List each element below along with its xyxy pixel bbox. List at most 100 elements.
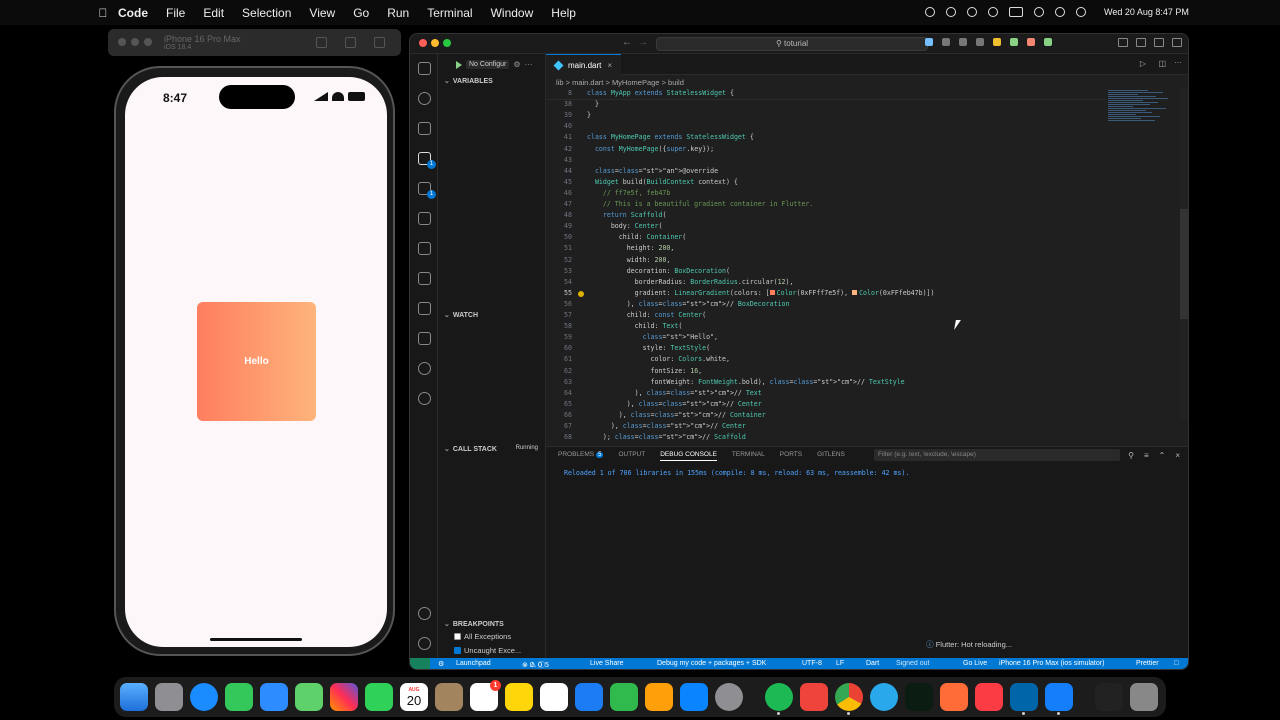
search-icon[interactable] (418, 92, 431, 105)
status-device[interactable]: iPhone 16 Pro Max (ios simulator) (999, 660, 1104, 667)
live-share-icon[interactable] (418, 332, 431, 345)
simulator-window-controls[interactable] (118, 38, 152, 46)
trash-icon[interactable] (1130, 683, 1158, 711)
play-icon[interactable] (988, 7, 998, 17)
music-icon[interactable] (975, 683, 1003, 711)
code-line[interactable]: 59 class="st">"Hello", (546, 333, 1106, 344)
tab-terminal[interactable]: TERMINAL (732, 451, 765, 461)
hot-reload-icon[interactable] (993, 38, 1001, 46)
breakpoints-section[interactable]: ⌄ BREAKPOINTS (438, 620, 546, 628)
manage-gear-icon[interactable] (418, 637, 431, 650)
safari-icon[interactable] (190, 683, 218, 711)
pages-icon[interactable] (645, 683, 673, 711)
account-icon[interactable] (418, 607, 431, 620)
menu-selection[interactable]: Selection (242, 6, 291, 20)
console-filter-input[interactable]: Filter (e.g. text, !exclude, \escape) (874, 449, 1120, 461)
menu-file[interactable]: File (166, 6, 185, 20)
vscode-icon[interactable] (1010, 683, 1038, 715)
close-panel-icon[interactable]: × (1175, 451, 1180, 460)
remote-indicator[interactable] (410, 658, 430, 669)
gitlens-icon[interactable] (418, 362, 431, 375)
status-problems[interactable]: ⊗ 0 ⚠ 0 ⓘ 5 (522, 660, 549, 669)
code-line[interactable]: 38 } (546, 100, 1106, 111)
toggle-sidebar-icon[interactable] (1118, 38, 1128, 47)
app-store-icon[interactable] (680, 683, 708, 711)
debug-icon[interactable]: ⚙ (438, 660, 444, 668)
numbers-icon[interactable] (610, 683, 638, 711)
status-live-share[interactable]: Live Share (590, 660, 623, 667)
code-line[interactable]: 61 color: Colors.white, (546, 355, 1106, 366)
close-window-button[interactable] (419, 39, 427, 47)
code-line[interactable]: 53 decoration: BoxDecoration( (546, 267, 1106, 278)
toggle-panel-icon[interactable] (1136, 38, 1146, 47)
menu-go[interactable]: Go (353, 6, 369, 20)
reminders-icon[interactable]: 1 (470, 680, 501, 711)
run-file-icon[interactable]: ▷ (1140, 59, 1146, 68)
maximize-panel-icon[interactable]: ⌃ (1159, 451, 1166, 460)
code-line[interactable]: 55 gradient: LinearGradient(colors: [Col… (546, 289, 1106, 300)
status-prettier[interactable]: Prettier (1136, 660, 1159, 667)
breadcrumb[interactable]: lib > main.dart > MyHomePage > build (556, 78, 684, 87)
code-line[interactable]: 44 class=class="st">"an">@override (546, 167, 1106, 178)
photos-icon[interactable] (330, 683, 358, 711)
breadcrumb-file[interactable]: main.dart (572, 78, 603, 87)
tab-main-dart[interactable]: main.dart × (546, 54, 622, 75)
clear-console-icon[interactable]: ≡ (1144, 451, 1149, 460)
code-line[interactable]: 47 // This is a beautiful gradient conta… (546, 200, 1106, 211)
close-tab-icon[interactable]: × (607, 61, 612, 70)
start-debugging-icon[interactable] (456, 60, 462, 69)
status-language[interactable]: Dart (866, 660, 879, 667)
breadcrumb-lib[interactable]: lib (556, 78, 564, 87)
more-icon[interactable]: ··· (525, 60, 533, 69)
code-line[interactable]: 67 ), class=class="st">"cm">// Center (546, 422, 1106, 433)
menu-terminal[interactable]: Terminal (427, 6, 472, 20)
timeline-icon[interactable] (418, 392, 431, 405)
menu-app-name[interactable]: Code (118, 6, 148, 20)
step-into-icon[interactable] (959, 38, 967, 46)
battery-icon[interactable] (1009, 7, 1023, 17)
spotlight-icon[interactable] (1055, 7, 1065, 17)
downloads-icon[interactable] (1095, 683, 1123, 711)
code-line[interactable]: 68 ); class=class="st">"cm">// Scaffold (546, 433, 1106, 444)
code-line[interactable]: 43 (546, 156, 1106, 167)
record-icon[interactable] (925, 7, 935, 17)
flutter-inspector-icon[interactable] (1044, 38, 1052, 46)
code-line[interactable]: 64 ), class=class="st">"cm">// Text (546, 389, 1106, 400)
notes-icon[interactable] (505, 683, 533, 711)
screenshot-icon[interactable] (345, 37, 356, 48)
finder-icon[interactable] (120, 683, 148, 711)
forward-arrow-icon[interactable]: → (638, 37, 648, 48)
color-swatch-icon[interactable] (769, 290, 775, 296)
flutter-icon[interactable] (418, 272, 431, 285)
code-line[interactable]: 50 child: Container( (546, 233, 1106, 244)
back-arrow-icon[interactable]: ← (622, 37, 632, 48)
checkbox[interactable] (454, 647, 461, 654)
code-line[interactable]: 41 class MyHomePage extends StatelessWidg… (546, 133, 1106, 144)
watch-section[interactable]: ⌄ WATCH (438, 311, 546, 319)
code-line[interactable]: 62 fontSize: 16, (546, 367, 1106, 378)
postman-icon[interactable] (940, 683, 968, 711)
status-go-live[interactable]: Go Live (963, 660, 987, 667)
wifi-icon[interactable] (1034, 7, 1044, 17)
explorer-icon[interactable] (418, 62, 431, 75)
files-icon[interactable] (575, 683, 603, 711)
calendar-icon[interactable]: AUG 20 (400, 683, 428, 711)
tab-output[interactable]: OUTPUT (618, 451, 645, 461)
tab-ports[interactable]: PORTS (780, 451, 802, 461)
code-line[interactable]: 57 child: const Center( (546, 311, 1106, 322)
more-actions-icon[interactable]: ··· (1174, 58, 1182, 67)
customize-layout-icon[interactable] (1172, 38, 1182, 47)
menu-help[interactable]: Help (551, 6, 576, 20)
xcode-icon[interactable] (1045, 683, 1073, 715)
code-line[interactable]: 48 return Scaffold( (546, 211, 1106, 222)
home-icon[interactable] (316, 37, 327, 48)
code-line[interactable]: 42 const MyHomePage({super.key}); (546, 145, 1106, 156)
color-swatch-icon[interactable] (852, 290, 858, 296)
checkbox[interactable] (454, 633, 461, 640)
menu-run[interactable]: Run (387, 6, 409, 20)
minimize-window-button[interactable] (431, 39, 439, 47)
apple-icon[interactable]:  (88, 6, 118, 20)
editor-scrollbar[interactable] (1180, 89, 1188, 419)
filter-icon[interactable]: ⚲ (1128, 451, 1134, 460)
tab-debug-console[interactable]: DEBUG CONSOLE (660, 451, 717, 461)
